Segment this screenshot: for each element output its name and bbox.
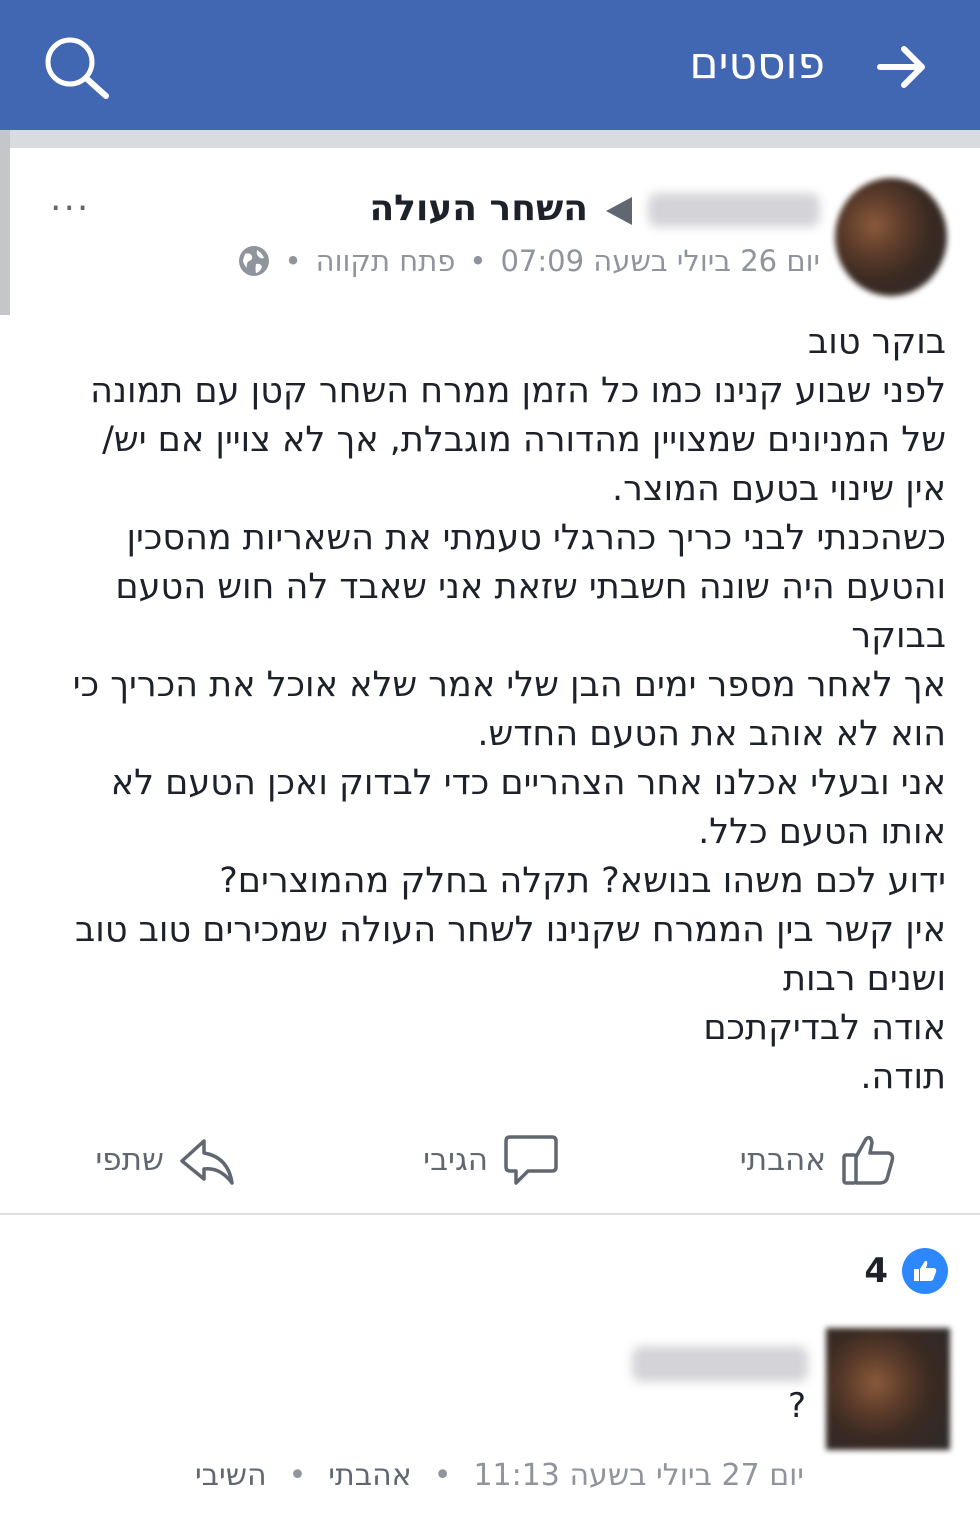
post-body: בוקר טוב לפני שבוע קנינו כמו כל הזמן ממר… [28, 318, 946, 1102]
comment-icon [504, 1135, 558, 1185]
like-button[interactable]: אהבתי [740, 1125, 898, 1195]
share-label: שתפי [95, 1142, 164, 1178]
comment-button[interactable]: הגיבי [423, 1125, 560, 1195]
post-line: אותו הטעם כלל. [698, 812, 946, 852]
actions-divider [0, 1213, 980, 1215]
reactions-summary[interactable]: 4 [864, 1248, 948, 1294]
author-avatar[interactable] [835, 178, 947, 296]
post-line: ידוע לכם משהו בנושא? תקלה בחלק מהמוצרים? [219, 861, 946, 901]
page-title: פוסטים [689, 38, 825, 89]
card-edge [0, 130, 10, 315]
post-line: אין שינוי בטעם המוצר. [611, 469, 946, 509]
like-label: אהבתי [739, 1142, 826, 1178]
post-line: אין קשר בין הממרח שקנינו לשחר העולה שמכי… [75, 910, 946, 950]
post-line: לפני שבוע קנינו כמו כל הזמן ממרח השחר קט… [90, 371, 946, 411]
thumbs-up-icon [842, 1135, 895, 1185]
like-badge-icon [902, 1248, 948, 1294]
post-line: אודה לבדיקתכם [703, 1008, 946, 1048]
globe-icon [238, 246, 269, 276]
comment-like-link[interactable]: אהבתי [328, 1458, 411, 1493]
post-line: של המניונים שמצויין מהדורה מוגבלת, אך לא… [102, 420, 946, 460]
section-divider [0, 130, 980, 148]
post-line: כשהכנתי לבני כריך כהרגלי טעמתי את השאריו… [126, 518, 946, 558]
comment-reply-link[interactable]: השיבי [195, 1458, 267, 1493]
post-line: בבוקר [851, 616, 946, 656]
post-line: אך לאחר מספר ימים הבן שלי אמר שלא אוכל א… [72, 665, 946, 705]
post-timestamp[interactable]: יום 26 ביולי בשעה 07:09 [500, 244, 820, 278]
comment-text: ? [787, 1386, 806, 1426]
comment-meta: יום 27 ביולי בשעה 11:13 • אהבתי • השיבי [195, 1458, 804, 1493]
top-bar: פוסטים [0, 0, 980, 130]
group-name[interactable]: השחר העולה [369, 188, 588, 229]
arrow-left-icon [606, 197, 632, 225]
action-bar: אהבתי הגיבי שתפי [0, 1125, 980, 1205]
reaction-count: 4 [864, 1251, 888, 1291]
more-options-icon[interactable]: ··· [50, 188, 90, 229]
arrow-right-icon[interactable] [876, 40, 930, 94]
share-button[interactable]: שתפי [95, 1125, 236, 1195]
post-line: ושנים רבות [782, 959, 946, 999]
share-icon [180, 1139, 234, 1185]
meta-separator: • [469, 244, 487, 278]
author-name-blurred[interactable] [648, 193, 820, 227]
post-line: תודה. [860, 1057, 946, 1097]
meta-separator: • [288, 1458, 307, 1493]
post-meta: יום 26 ביולי בשעה 07:09 • פתח תקווה • [237, 244, 820, 278]
meta-separator: • [433, 1458, 452, 1493]
thumbs-up-icon [914, 1260, 937, 1281]
post-line: והטעם היה שונה חשבתי שזאת אני שאבד לה חו… [115, 567, 946, 607]
post-location[interactable]: פתח תקווה [316, 244, 456, 278]
search-icon[interactable] [42, 34, 112, 100]
post-line: אני ובעלי אכלנו אחר הצהריים כדי לבדוק וא… [110, 763, 946, 803]
post-line: הוא לא אוהב את הטעם החדש. [477, 714, 946, 754]
commenter-avatar[interactable] [826, 1328, 950, 1450]
commenter-name-blurred[interactable] [632, 1346, 808, 1382]
comment-label: הגיבי [423, 1142, 488, 1178]
post-line: בוקר טוב [808, 322, 946, 362]
meta-separator: • [284, 244, 302, 278]
comment-timestamp[interactable]: יום 27 ביולי בשעה 11:13 [473, 1458, 804, 1493]
